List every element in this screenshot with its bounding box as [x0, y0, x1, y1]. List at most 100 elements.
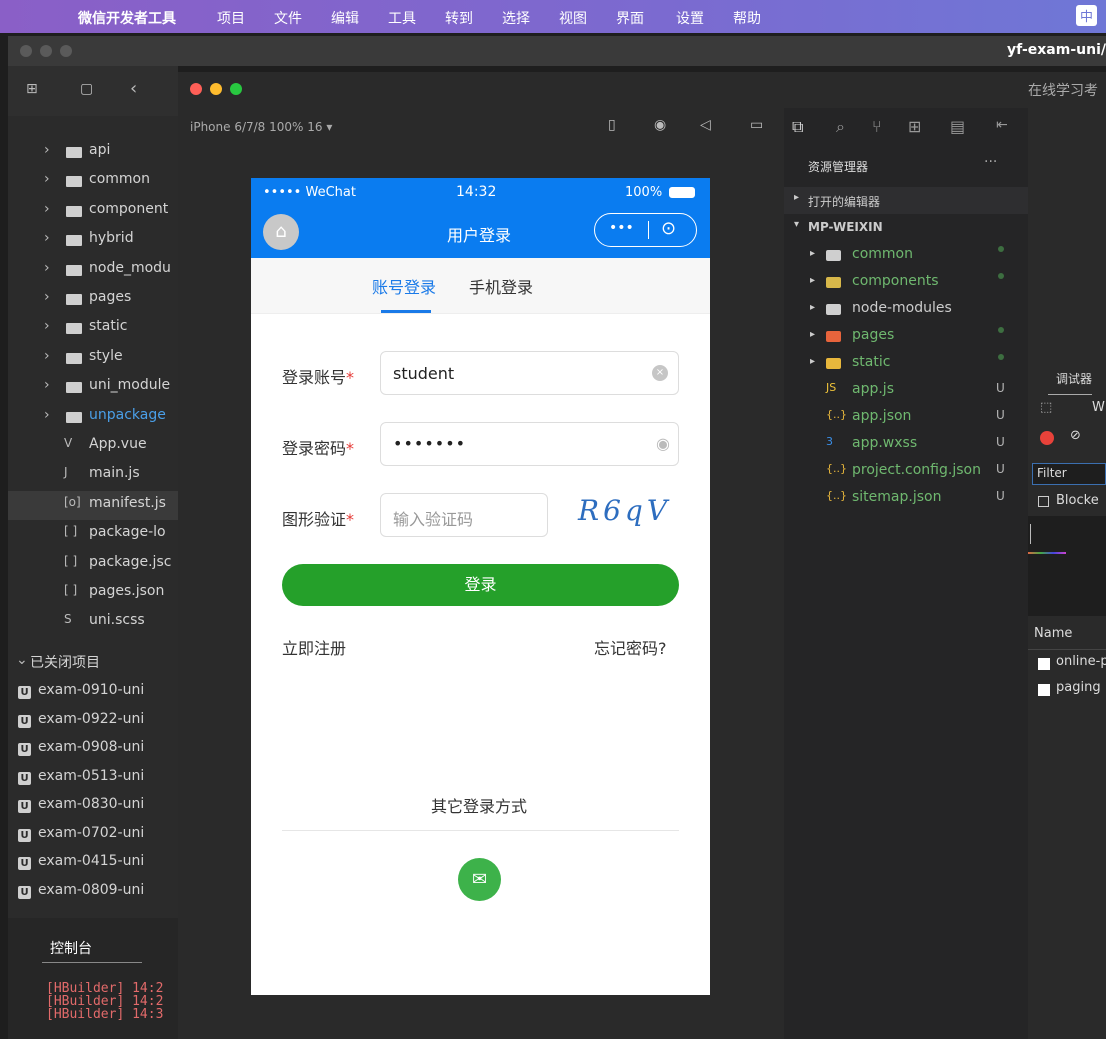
request-row[interactable]: paging: [1056, 680, 1101, 695]
search-icon[interactable]: ⌕: [836, 117, 845, 137]
forgot-password-link[interactable]: 忘记密码?: [594, 635, 667, 659]
tree-item[interactable]: › static: [8, 314, 178, 343]
chevron-right-icon[interactable]: ›: [44, 377, 50, 393]
chevron-right-icon[interactable]: ▸: [810, 329, 815, 340]
tree-item[interactable]: › node_modu: [8, 256, 178, 285]
explorer-file-item[interactable]: JS app.js U: [784, 376, 1028, 403]
capsule-close-icon[interactable]: ⊙: [661, 218, 676, 239]
wechat-login-icon[interactable]: ✉: [458, 858, 501, 901]
clear-log-icon[interactable]: ⊘: [1070, 428, 1081, 443]
tree-item[interactable]: › pages: [8, 285, 178, 314]
filter-input[interactable]: Filter: [1032, 463, 1106, 485]
menu-item-file[interactable]: 文件: [274, 8, 302, 28]
record-button[interactable]: [1040, 431, 1054, 445]
explorer-file-item[interactable]: {..} app.json U: [784, 403, 1028, 430]
device-icon[interactable]: ▯: [608, 117, 616, 133]
login-button[interactable]: 登录: [282, 564, 679, 606]
chevron-right-icon[interactable]: ›: [44, 260, 50, 276]
register-link[interactable]: 立即注册: [282, 635, 346, 659]
chevron-right-icon[interactable]: ›: [44, 407, 50, 423]
account-input[interactable]: student ×: [380, 351, 679, 395]
minimize-window-button[interactable]: [40, 45, 52, 57]
explorer-file-item[interactable]: {..} project.config.json U: [784, 457, 1028, 484]
new-file-icon[interactable]: ⊞: [26, 81, 38, 97]
explorer-file-item[interactable]: {..} sitemap.json U: [784, 484, 1028, 511]
collapse-icon[interactable]: ‹: [130, 78, 137, 99]
files-icon[interactable]: ⧉: [792, 117, 803, 137]
minimize-window-button[interactable]: [210, 83, 222, 95]
tree-item[interactable]: › common: [8, 167, 178, 196]
chevron-right-icon[interactable]: ›: [44, 201, 50, 217]
menu-item-select[interactable]: 选择: [502, 8, 530, 28]
chevron-right-icon[interactable]: ▸: [810, 275, 815, 286]
record-icon[interactable]: ◉: [654, 117, 666, 133]
tree-item[interactable]: Jmain.js: [8, 461, 178, 490]
home-icon[interactable]: ⌂: [263, 214, 299, 250]
zoom-window-button[interactable]: [60, 45, 72, 57]
chevron-right-icon[interactable]: ▸: [810, 356, 815, 367]
close-window-button[interactable]: [20, 45, 32, 57]
closed-project-item[interactable]: Uexam-0830-uni: [8, 792, 178, 821]
open-editors-section[interactable]: ▸ 打开的编辑器: [784, 187, 1028, 214]
chevron-right-icon[interactable]: ›: [44, 318, 50, 334]
input-method-indicator[interactable]: 中: [1076, 5, 1098, 26]
menu-item-interface[interactable]: 界面: [616, 8, 644, 28]
menu-item-edit[interactable]: 编辑: [331, 8, 359, 28]
save-icon[interactable]: ▢: [80, 81, 93, 97]
tree-item[interactable]: › unpackage: [8, 403, 178, 432]
closed-project-item[interactable]: Uexam-0809-uni: [8, 878, 178, 907]
menu-item-help[interactable]: 帮助: [733, 8, 761, 28]
project-root[interactable]: ▾ MP-WEIXIN: [784, 214, 1028, 241]
chevron-right-icon[interactable]: ›: [44, 171, 50, 187]
console-tab[interactable]: 控制台: [50, 938, 92, 958]
closed-project-item[interactable]: Uexam-0908-uni: [8, 735, 178, 764]
closed-projects-header[interactable]: ⌄ 已关闭项目: [8, 648, 178, 677]
wxml-tab[interactable]: W: [1092, 400, 1105, 415]
explorer-more-icon[interactable]: ···: [984, 154, 997, 170]
chevron-right-icon[interactable]: ▸: [810, 302, 815, 313]
tree-item[interactable]: › api: [8, 138, 178, 167]
tree-item[interactable]: [ ] package-lo: [8, 520, 178, 549]
chevron-right-icon[interactable]: ›: [44, 230, 50, 246]
request-row[interactable]: online-p: [1056, 654, 1106, 669]
clear-icon[interactable]: ×: [652, 365, 668, 381]
closed-project-item[interactable]: Uexam-0415-uni: [8, 849, 178, 878]
explorer-file-item[interactable]: ▸ static: [784, 349, 1028, 376]
menu-item-project[interactable]: 项目: [217, 8, 245, 28]
audio-icon[interactable]: ◁: [700, 117, 711, 133]
tree-item[interactable]: › hybrid: [8, 226, 178, 255]
inspect-icon[interactable]: ⬚: [1040, 400, 1052, 415]
chevron-right-icon[interactable]: ›: [44, 289, 50, 305]
tree-item[interactable]: V App.vue: [8, 432, 178, 461]
password-input[interactable]: ••••••• ◉: [380, 422, 679, 466]
menu-item-view[interactable]: 视图: [559, 8, 587, 28]
chevron-right-icon[interactable]: ▸: [810, 248, 815, 259]
capsule-more-icon[interactable]: •••: [609, 220, 634, 236]
extensions-icon[interactable]: ⊞: [908, 117, 921, 136]
tree-item[interactable]: [ ] pages.json: [8, 579, 178, 608]
zoom-window-button[interactable]: [230, 83, 242, 95]
menu-item-goto[interactable]: 转到: [445, 8, 473, 28]
explorer-file-item[interactable]: ▸ common: [784, 241, 1028, 268]
tree-item[interactable]: › style: [8, 344, 178, 373]
closed-project-item[interactable]: Uexam-0910-uni: [8, 678, 178, 707]
panel-toggle-icon[interactable]: ⇤: [996, 117, 1008, 133]
chevron-right-icon[interactable]: ›: [44, 142, 50, 158]
tree-item[interactable]: [ ] package.jsc: [8, 550, 178, 579]
tree-item[interactable]: [o] manifest.js: [8, 490, 178, 520]
tree-item[interactable]: Suni.scss: [8, 608, 178, 637]
explorer-file-item[interactable]: ▸ components: [784, 268, 1028, 295]
eye-icon[interactable]: ◉: [656, 434, 670, 453]
close-window-button[interactable]: [190, 83, 202, 95]
outline-icon[interactable]: ▤: [950, 117, 965, 136]
explorer-file-item[interactable]: ▸ node-modules: [784, 295, 1028, 322]
closed-project-item[interactable]: Uexam-0702-uni: [8, 821, 178, 850]
captcha-input[interactable]: 输入验证码: [380, 493, 548, 537]
closed-project-item[interactable]: Uexam-0513-uni: [8, 764, 178, 793]
explorer-file-item[interactable]: 3 app.wxss U: [784, 430, 1028, 457]
menu-item-tools[interactable]: 工具: [388, 8, 416, 28]
chevron-right-icon[interactable]: ›: [44, 348, 50, 364]
captcha-image[interactable]: R6qV: [578, 494, 671, 527]
tree-item[interactable]: › uni_module: [8, 373, 178, 402]
blocked-checkbox[interactable]: [1038, 496, 1049, 507]
